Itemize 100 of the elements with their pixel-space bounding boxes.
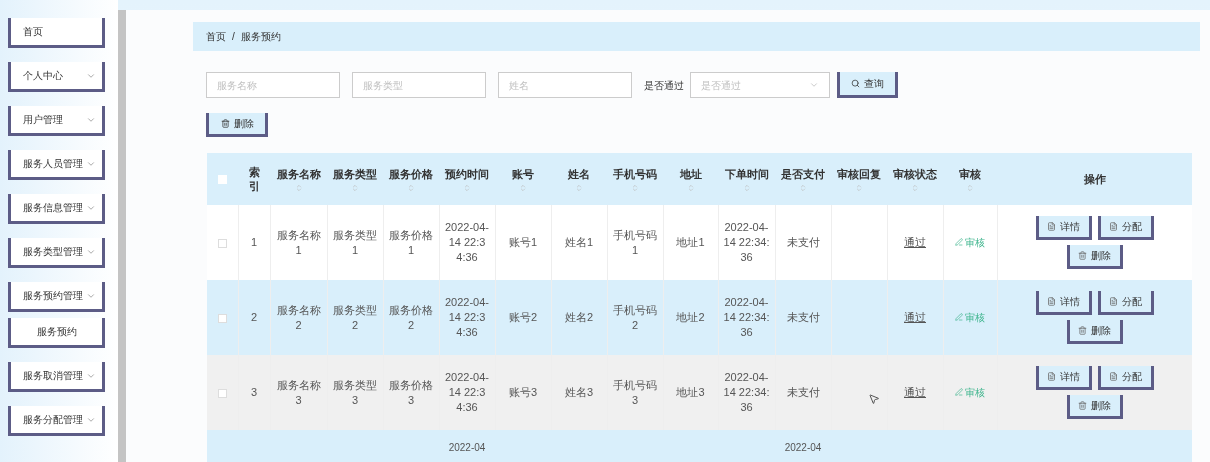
sidebar-item[interactable]: 首页 — [8, 18, 105, 48]
table-cell: 服务类型3 — [333, 378, 377, 406]
table-cell: 3 — [250, 386, 258, 398]
query-button[interactable]: 查询 — [837, 72, 898, 99]
table-cell: 2022-04-14 22:34:36 — [444, 371, 489, 413]
table-cell: 服务类型1 — [333, 228, 377, 256]
action-button[interactable]: 详情 — [1035, 291, 1092, 315]
pencil-icon — [955, 388, 963, 397]
column-header[interactable]: 审核状态 — [893, 166, 937, 181]
filter-label: 是否通过 — [644, 78, 684, 93]
column-header[interactable]: 下单时间 — [724, 166, 769, 181]
table-cell: 手机号码1 — [613, 228, 657, 256]
table-cell: 手机号码3 — [613, 378, 657, 406]
table-cell: 服务名称3 — [276, 378, 321, 406]
sidebar-item[interactable]: 服务预约管理 — [8, 282, 105, 312]
column-header[interactable]: 服务名称 — [276, 166, 321, 181]
sort-icon[interactable] — [742, 183, 751, 192]
table-cell: 服务价格2 — [389, 303, 433, 331]
row-checkbox[interactable] — [217, 238, 227, 248]
sidebar-item[interactable]: 服务人员管理 — [8, 150, 105, 180]
sidebar-item[interactable]: 服务类型管理 — [8, 238, 105, 268]
row-checkbox[interactable] — [217, 388, 227, 398]
action-button[interactable]: 详情 — [1035, 366, 1092, 390]
sort-icon[interactable] — [911, 183, 919, 192]
breadcrumb-item: / — [232, 30, 235, 45]
table-cell: 未支付 — [786, 311, 820, 323]
sort-icon[interactable] — [351, 183, 359, 192]
sort-icon[interactable] — [966, 183, 974, 192]
delete-button[interactable]: 删除 — [206, 113, 268, 137]
search-field[interactable]: 服务名称 — [206, 72, 340, 99]
column-header[interactable]: 姓名 — [568, 166, 590, 181]
column-header[interactable]: 账号 — [512, 166, 534, 181]
table-cell: 2022-04 — [784, 442, 822, 453]
submenu-item[interactable]: 服务预约 — [8, 318, 105, 348]
table-cell: 2022-04-14 22:34:36 — [723, 371, 770, 413]
sort-icon[interactable] — [463, 183, 471, 192]
select-all-checkbox[interactable] — [218, 175, 227, 185]
sort-icon[interactable] — [294, 183, 303, 192]
table-row[interactable]: 1 服务名称1 服务类型1 服务价格1 2022-04-14 22:34:36 账号1 姓名1 手机号码1 地址1 2022-04-14 22:34:36 未支付 通过 审核 详情 分配 删除 — [207, 205, 1192, 280]
sort-icon[interactable] — [799, 183, 807, 192]
action-button[interactable]: 删除 — [1066, 320, 1123, 344]
column-header[interactable]: 预约时间 — [445, 166, 489, 181]
column-header[interactable]: 审核回复 — [837, 166, 881, 181]
action-button[interactable]: 分配 — [1097, 216, 1154, 240]
sidebar-item[interactable]: 服务取消管理 — [8, 362, 105, 392]
table-cell: 地址2 — [676, 311, 705, 323]
column-header[interactable]: 服务类型 — [333, 166, 377, 181]
sidebar-item[interactable]: 服务分配管理 — [8, 406, 105, 436]
table-row[interactable]: 2 服务名称2 服务类型2 服务价格2 2022-04-14 22:34:36 账号2 姓名2 手机号码2 地址2 2022-04-14 22:34:36 未支付 通过 审核 详情 分配 删除 — [207, 280, 1192, 355]
column-header: 操作 — [1083, 172, 1106, 186]
document-icon — [1047, 297, 1057, 306]
action-button[interactable]: 详情 — [1035, 216, 1092, 240]
table-row[interactable]: 3 服务名称3 服务类型3 服务价格3 2022-04-14 22:34:36 账号3 姓名3 手机号码3 地址3 2022-04-14 22:34:36 未支付 通过 审核 详情 分配 删除 — [207, 355, 1192, 430]
column-header[interactable]: 服务价格 — [389, 166, 433, 181]
table-cell: 2022-04-14 22:34:36 — [444, 221, 489, 263]
table-cell: 通过 — [904, 236, 926, 248]
table-cell: 姓名2 — [564, 311, 594, 323]
trash-icon — [220, 119, 230, 129]
action-button[interactable]: 删除 — [1066, 245, 1123, 269]
sidebar-item[interactable]: 个人中心 — [8, 62, 105, 92]
column-header[interactable]: 审核 — [959, 166, 981, 181]
table-cell: 姓名3 — [564, 386, 594, 398]
table-cell: 姓名1 — [564, 236, 594, 248]
scrollbar[interactable] — [118, 10, 126, 462]
table-cell: 地址3 — [676, 386, 705, 398]
column-header: 索引 — [247, 165, 261, 193]
table-cell: 手机号码2 — [613, 303, 657, 331]
table-cell: 账号2 — [508, 311, 538, 323]
sort-icon[interactable] — [686, 183, 695, 192]
document-icon — [1047, 222, 1057, 231]
column-header[interactable]: 手机号码 — [613, 166, 657, 181]
breadcrumb-item[interactable]: 首页 — [206, 29, 226, 45]
document-icon — [1109, 372, 1119, 381]
action-button[interactable]: 删除 — [1066, 395, 1123, 419]
sidebar-item[interactable]: 用户管理 — [8, 106, 105, 136]
column-header[interactable]: 地址 — [679, 166, 702, 181]
table-cell: 未支付 — [786, 386, 820, 398]
row-checkbox[interactable] — [217, 313, 227, 323]
sidebar-item[interactable]: 服务信息管理 — [8, 194, 105, 224]
table-cell: 账号3 — [508, 386, 538, 398]
pencil-icon — [955, 313, 963, 322]
document-icon — [1109, 297, 1119, 306]
table-cell: 1 — [250, 236, 258, 248]
table-cell: 地址1 — [676, 236, 705, 248]
breadcrumb-item[interactable]: 服务预约 — [240, 29, 281, 45]
sort-icon[interactable] — [575, 183, 583, 192]
table-cell: 通过 — [904, 386, 926, 398]
action-button[interactable]: 分配 — [1097, 291, 1154, 315]
table-cell: 2022-04 — [448, 442, 486, 453]
column-header[interactable]: 是否支付 — [781, 166, 825, 181]
table-cell: 服务类型2 — [333, 303, 377, 331]
trash-icon — [1078, 401, 1088, 410]
pencil-icon — [955, 238, 963, 247]
sort-icon[interactable] — [519, 183, 527, 192]
sort-icon[interactable] — [855, 183, 863, 192]
trash-icon — [1078, 251, 1088, 260]
sort-icon[interactable] — [407, 183, 415, 192]
sort-icon[interactable] — [631, 183, 639, 192]
document-icon — [1109, 222, 1119, 231]
action-button[interactable]: 分配 — [1097, 366, 1154, 390]
